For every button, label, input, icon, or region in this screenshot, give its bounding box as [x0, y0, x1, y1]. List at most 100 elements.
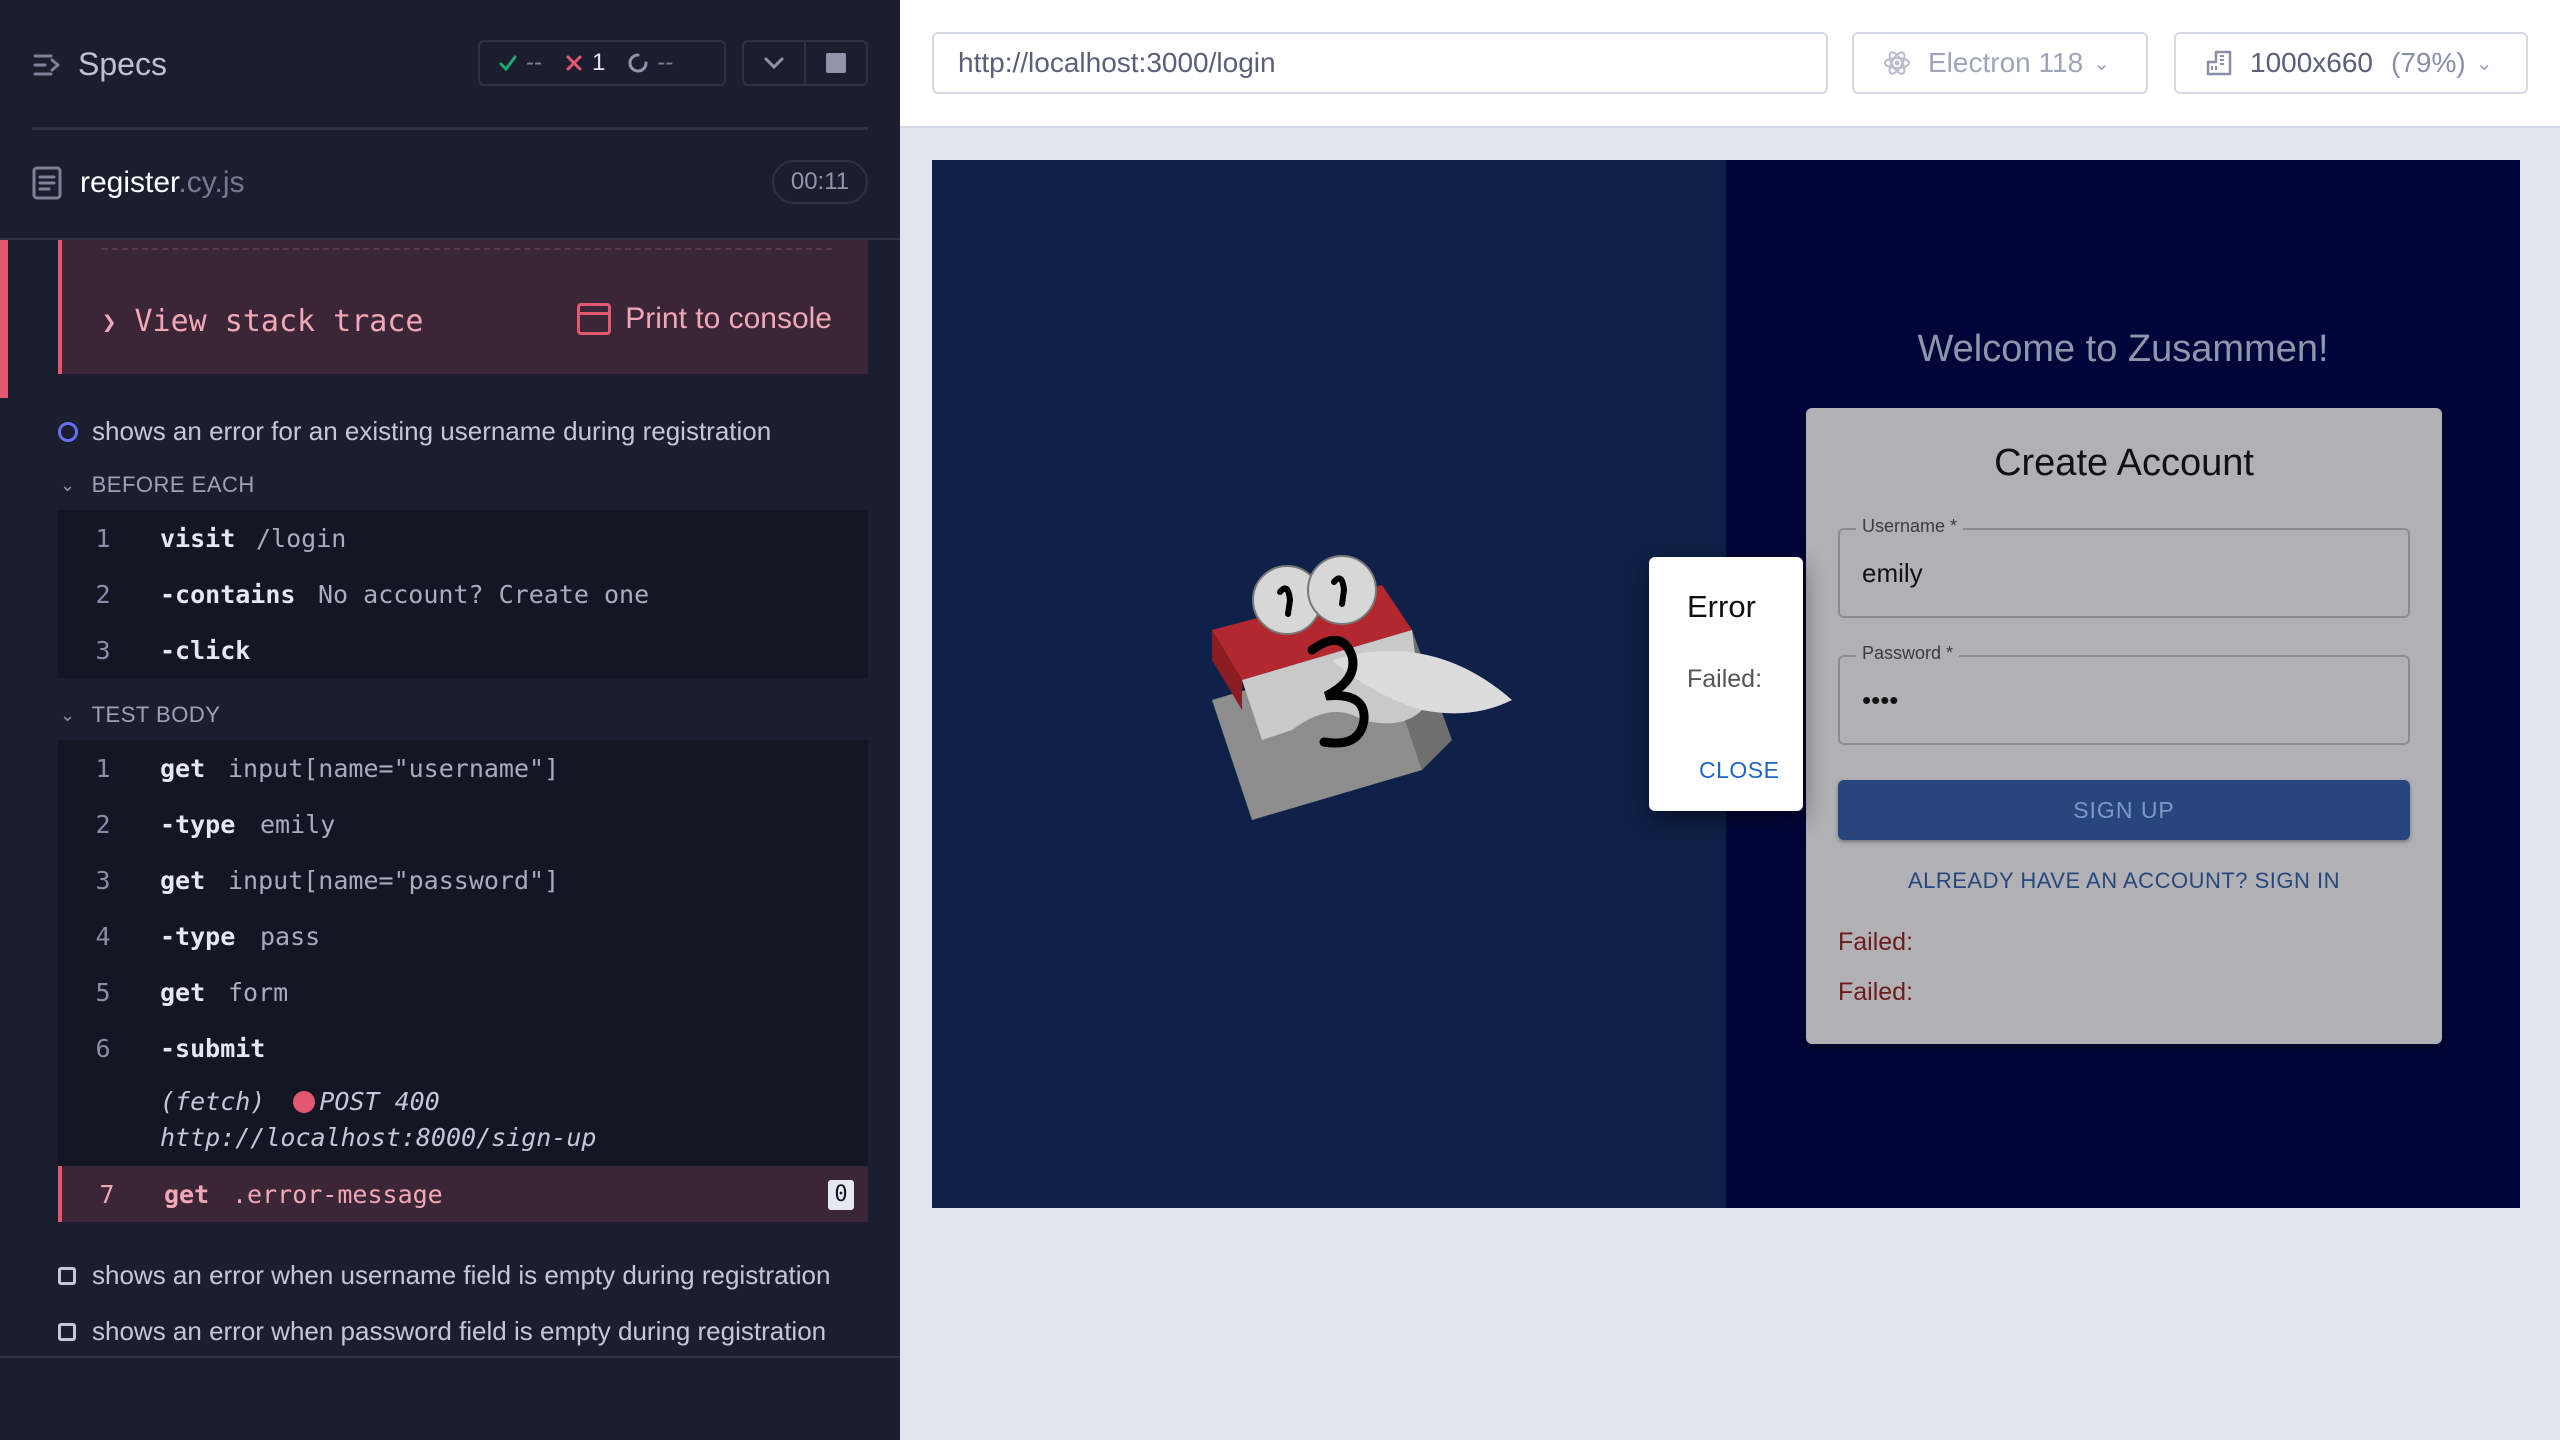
error-separator: [102, 248, 832, 250]
create-account-card: Create Account Username * emily Password…: [1806, 408, 2442, 1044]
chevron-down-icon: ⌄: [60, 704, 76, 725]
failed-count: 1: [591, 49, 606, 76]
electron-icon: [1882, 48, 1912, 78]
command-number: 3: [95, 635, 111, 665]
command-row[interactable]: 4 -type pass: [58, 908, 868, 964]
print-to-console-button[interactable]: Print to console: [577, 302, 832, 336]
username-label: Username *: [1856, 516, 1964, 537]
command-name: -contains: [160, 579, 296, 609]
passed-count: --: [526, 49, 542, 76]
test-title-pending[interactable]: shows an error when username field is em…: [58, 1260, 830, 1291]
passed-stat: --: [498, 49, 542, 77]
command-name: visit: [160, 523, 236, 553]
fetch-log: (fetch) POST 400 http://localhost:8000/si…: [160, 1084, 860, 1156]
chevron-right-icon: ❯: [102, 307, 117, 336]
command-name: -type: [160, 809, 236, 839]
dialog-close-button[interactable]: CLOSE: [1699, 757, 1779, 784]
test-stats: -- 1 --: [478, 40, 726, 86]
password-label: Password *: [1856, 643, 1960, 664]
command-number: 3: [95, 865, 111, 895]
stop-button[interactable]: [804, 40, 868, 86]
element-count-badge: 0: [828, 1180, 854, 1210]
chevron-down-icon: ⌄: [2475, 52, 2493, 75]
test-title-label: shows an error for an existing username …: [92, 416, 772, 446]
document-icon: [32, 166, 62, 200]
spec-duration: 00:11: [772, 160, 868, 204]
spec-file-name[interactable]: register.cy.js: [80, 166, 245, 200]
command-row[interactable]: 2 -contains No account? Create one: [58, 566, 868, 622]
command-message: /login: [256, 523, 347, 553]
command-row[interactable]: 3 get input[name="password"]: [58, 852, 868, 908]
print-to-console-label: Print to console: [625, 302, 832, 335]
app-hero-panel: [932, 160, 1726, 1208]
command-name: -type: [160, 921, 236, 951]
card-title: Create Account: [1994, 442, 2254, 484]
command-name: get: [164, 1179, 210, 1209]
failed-test-indicator: [0, 240, 8, 398]
pending-status-icon: [58, 1266, 76, 1285]
pending-stat: --: [627, 49, 673, 77]
command-message: form: [228, 977, 289, 1007]
test-title-pending[interactable]: shows an error when password field is em…: [58, 1316, 826, 1347]
command-name: -submit: [160, 1033, 266, 1063]
hook-label: BEFORE EACH: [91, 472, 255, 497]
browser-label: Electron 118: [1928, 47, 2084, 78]
password-field[interactable]: Password * ••••: [1838, 643, 2410, 745]
command-message: pass: [260, 921, 321, 951]
running-status-icon: [58, 421, 78, 442]
username-value: emily: [1862, 558, 1923, 588]
x-icon: [566, 55, 582, 71]
chevron-down-icon: [764, 57, 784, 70]
spec-file-row: register.cy.js 00:11: [0, 150, 900, 216]
sign-up-button[interactable]: SIGN UP: [1838, 780, 2410, 840]
viewport-scale: (79%): [2391, 47, 2466, 78]
aut-panel: http://localhost:3000/login Electron 118…: [900, 0, 2560, 1440]
command-number: 2: [95, 579, 111, 609]
error-message: Failed:: [1838, 978, 1914, 1006]
test-title-running[interactable]: shows an error for an existing username …: [58, 416, 771, 447]
command-message: input[name="username"]: [228, 753, 560, 783]
dialog-title: Error: [1687, 589, 1756, 624]
command-row[interactable]: 3 -click: [58, 622, 868, 678]
command-row[interactable]: 2 -type emily: [58, 796, 868, 852]
hook-test-body[interactable]: ⌄ TEST BODY: [60, 702, 220, 728]
command-name: get: [160, 753, 206, 783]
error-message: Failed:: [1838, 928, 1914, 956]
browser-select[interactable]: Electron 118 ⌄: [1852, 32, 2148, 94]
check-icon: [499, 55, 517, 72]
command-row[interactable]: 1 get input[name="username"]: [58, 740, 868, 796]
request-failed-dot: [293, 1091, 316, 1113]
divider: [0, 1356, 900, 1358]
spec-file-extension: .cy.js: [178, 166, 245, 199]
command-number: 4: [95, 921, 111, 951]
command-name: get: [160, 977, 206, 1007]
url-bar[interactable]: http://localhost:3000/login: [932, 32, 1828, 94]
test-body-commands: 1 get input[name="username"] 2 -type emi…: [58, 740, 868, 1222]
command-number: 2: [95, 809, 111, 839]
command-number: 7: [99, 1179, 115, 1209]
command-message: emily: [260, 809, 336, 839]
command-row[interactable]: 1 visit /login: [58, 510, 868, 566]
specs-list-icon[interactable]: [32, 50, 62, 80]
hook-before-each[interactable]: ⌄ BEFORE EACH: [60, 472, 255, 498]
command-row[interactable]: 6 -submit: [58, 1020, 868, 1076]
reporter-panel: Specs -- 1 -- register.cy.js 00:11 ❯ Vie…: [0, 0, 900, 1440]
calendar-mascot-icon: [1212, 555, 1512, 820]
sign-in-link[interactable]: ALREADY HAVE AN ACCOUNT? SIGN IN: [1806, 868, 2442, 894]
command-message: input[name="password"]: [228, 865, 560, 895]
hook-label: TEST BODY: [91, 702, 221, 727]
command-number: 1: [95, 523, 111, 553]
command-number: 1: [95, 753, 111, 783]
command-row[interactable]: 5 get form: [58, 964, 868, 1020]
fetch-log-row[interactable]: (fetch) POST 400 http://localhost:8000/si…: [58, 1084, 868, 1164]
viewport-select[interactable]: 1000x660 (79%) ⌄: [2174, 32, 2528, 94]
collapse-all-button[interactable]: [742, 40, 806, 86]
spinner-icon: [628, 53, 648, 73]
view-stack-trace-toggle[interactable]: ❯ View stack trace: [102, 304, 423, 339]
specs-title[interactable]: Specs: [78, 46, 167, 83]
command-row-active[interactable]: 7 get .error-message 0: [58, 1166, 868, 1222]
before-each-commands: 1 visit /login 2 -contains No account? C…: [58, 510, 868, 678]
chevron-down-icon: ⌄: [60, 474, 76, 495]
command-message: .error-message: [232, 1179, 443, 1209]
username-field[interactable]: Username * emily: [1838, 516, 2410, 618]
